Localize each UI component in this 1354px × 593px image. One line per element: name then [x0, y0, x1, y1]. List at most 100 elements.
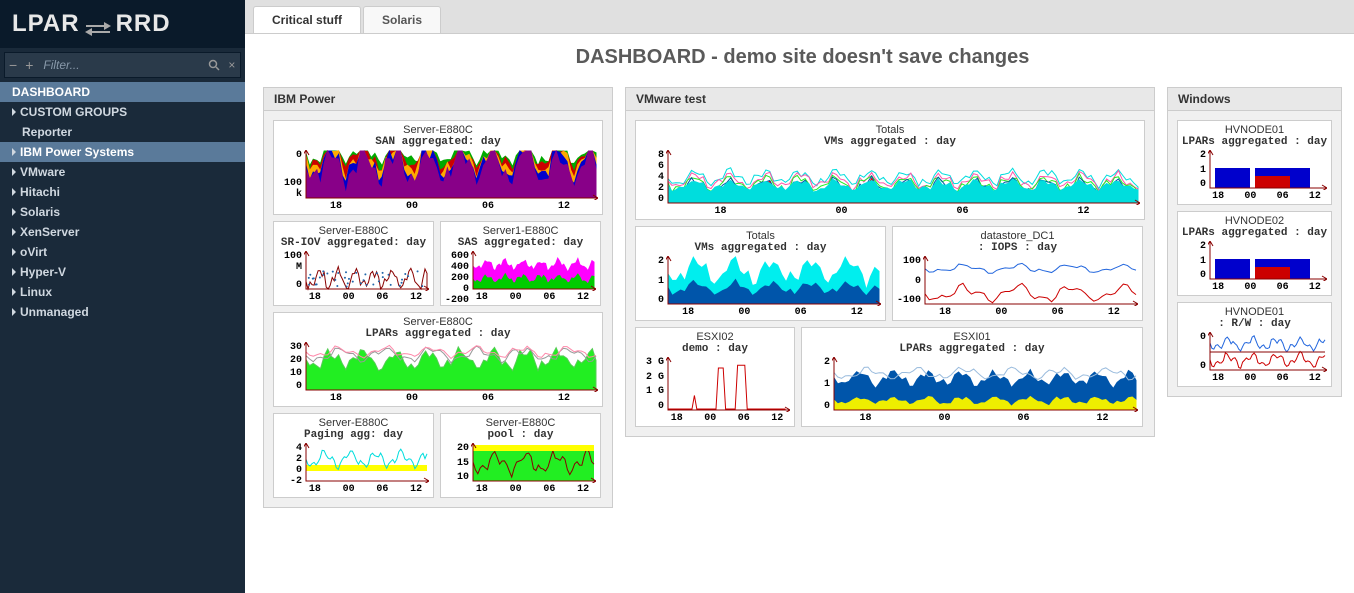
chart-subtitle: LPARs aggregated : day: [1178, 227, 1331, 241]
chart-title: Server-E880C: [274, 222, 433, 237]
nav-label: XenServer: [20, 225, 79, 239]
search-icon[interactable]: [204, 53, 223, 77]
chart-sriov[interactable]: Server-E880CSR-IOV aggregated: day100 M0…: [273, 221, 434, 306]
nav-item-unmanaged[interactable]: Unmanaged: [0, 302, 245, 322]
content: DASHBOARD - demo site doesn't save chang…: [245, 34, 1354, 593]
nav-item-ovirt[interactable]: oVirt: [0, 242, 245, 262]
nav-label: Solaris: [20, 205, 60, 219]
chart-title: Server-E880C: [441, 414, 600, 429]
y-axis-labels: 100 M0: [274, 251, 304, 291]
chart-canvas: 210: [636, 256, 885, 306]
chart-title: Server-E880C: [274, 121, 602, 136]
chart-totals2[interactable]: TotalsVMs aggregated : day21018000612: [635, 226, 886, 321]
nav-label: DASHBOARD: [12, 85, 90, 99]
chart-subtitle: pool : day: [441, 429, 600, 443]
chart-totals1[interactable]: TotalsVMs aggregated : day8642018000612: [635, 120, 1145, 220]
panel-title: Windows: [1168, 88, 1341, 111]
chart-canvas: 100 M0: [274, 251, 433, 291]
y-axis-labels: 420-2: [274, 443, 304, 483]
chart-hv2[interactable]: HVNODE02LPARs aggregated : day2101800061…: [1177, 211, 1332, 296]
chart-subtitle: : R/W : day: [1178, 318, 1331, 332]
x-axis-labels: 18000612: [636, 205, 1144, 219]
chart-canvas: 1000-100: [893, 256, 1142, 306]
chart-canvas: 210: [802, 357, 1142, 412]
logo-right: RRD: [116, 10, 171, 38]
logo-arrow-icon: [84, 16, 112, 32]
nav-label: Linux: [20, 285, 52, 299]
x-axis-labels: 18000612: [636, 412, 794, 426]
chart-hv1[interactable]: HVNODE01LPARs aggregated : day2101800061…: [1177, 120, 1332, 205]
chart-san[interactable]: Server-E880CSAN aggregated: day0100 k180…: [273, 120, 603, 215]
chart-canvas: 0100 k: [274, 150, 602, 200]
sidebar: LPAR RRD − + × DASHBOARD CUSTOM GROUPS Rep…: [0, 0, 245, 593]
nav-item-solaris[interactable]: Solaris: [0, 202, 245, 222]
chart-subtitle: VMs aggregated : day: [636, 136, 1144, 150]
chart-title: HVNODE02: [1178, 212, 1331, 227]
nav-label: IBM Power Systems: [20, 145, 134, 159]
nav-item-hyper-v[interactable]: Hyper-V: [0, 262, 245, 282]
chart-datastore[interactable]: datastore_DC1: IOPS : day1000-1001800061…: [892, 226, 1143, 321]
y-axis-labels: 210: [802, 357, 832, 412]
nav-item-custom-groups[interactable]: CUSTOM GROUPS: [0, 102, 245, 122]
dashboard-board: IBM PowerServer-E880CSAN aggregated: day…: [263, 87, 1342, 508]
chart-hv3[interactable]: HVNODE01: R/W : day0018000612: [1177, 302, 1332, 387]
y-axis-labels: 210: [1178, 150, 1208, 190]
nav-item-vmware[interactable]: VMware: [0, 162, 245, 182]
panel-body: TotalsVMs aggregated : day8642018000612T…: [626, 111, 1154, 436]
clear-filter-icon[interactable]: ×: [224, 53, 240, 77]
nav-item-linux[interactable]: Linux: [0, 282, 245, 302]
nav-label: oVirt: [20, 245, 47, 259]
caret-icon: [12, 248, 16, 256]
chart-title: Server1-E880C: [441, 222, 600, 237]
chart-title: HVNODE01: [1178, 121, 1331, 136]
caret-icon: [12, 288, 16, 296]
y-axis-labels: 6004002000-200: [441, 251, 471, 291]
chart-subtitle: VMs aggregated : day: [636, 242, 885, 256]
nav-label: Hitachi: [20, 185, 60, 199]
chart-title: datastore_DC1: [893, 227, 1142, 242]
logo: LPAR RRD: [0, 0, 245, 48]
chart-pool[interactable]: Server-E880Cpool : day20151018000612: [440, 413, 601, 498]
y-axis-labels: 00: [1178, 332, 1208, 372]
nav-label: Reporter: [22, 125, 72, 139]
expand-icon[interactable]: +: [21, 53, 37, 77]
tab-solaris[interactable]: Solaris: [363, 6, 441, 33]
chart-lpars[interactable]: Server-E880CLPARs aggregated : day302010…: [273, 312, 603, 407]
x-axis-labels: 18000612: [893, 306, 1142, 320]
nav-item-ibm-power-systems[interactable]: IBM Power Systems: [0, 142, 245, 162]
chart-title: Totals: [636, 121, 1144, 136]
nav-item-reporter[interactable]: Reporter: [0, 122, 245, 142]
y-axis-labels: 0100 k: [274, 150, 304, 200]
main-area: Critical stuffSolaris DASHBOARD - demo s…: [245, 0, 1354, 593]
chart-subtitle: demo : day: [636, 343, 794, 357]
filter-input[interactable]: [37, 54, 204, 76]
chart-title: ESXI01: [802, 328, 1142, 343]
y-axis-labels: 1000-100: [893, 256, 923, 306]
nav-label: CUSTOM GROUPS: [20, 105, 127, 119]
chart-canvas: 86420: [636, 150, 1144, 205]
caret-icon: [12, 228, 16, 236]
nav-item-dashboard[interactable]: DASHBOARD: [0, 82, 245, 102]
x-axis-labels: 18000612: [636, 306, 885, 320]
chart-title: HVNODE01: [1178, 303, 1331, 318]
panel-windows: WindowsHVNODE01LPARs aggregated : day210…: [1167, 87, 1342, 397]
nav-item-hitachi[interactable]: Hitachi: [0, 182, 245, 202]
chart-title: Server-E880C: [274, 414, 433, 429]
nav-label: VMware: [20, 165, 65, 179]
chart-sas[interactable]: Server1-E880CSAS aggregated: day60040020…: [440, 221, 601, 306]
chart-canvas: 210: [1178, 241, 1331, 281]
chart-canvas: 00: [1178, 332, 1331, 372]
chart-esxi01[interactable]: ESXI01LPARs aggregated : day21018000612: [801, 327, 1143, 427]
chart-title: Totals: [636, 227, 885, 242]
collapse-icon[interactable]: −: [5, 53, 21, 77]
nav-tree: DASHBOARD CUSTOM GROUPS Reporter IBM Power …: [0, 82, 245, 593]
chart-canvas: 201510: [441, 443, 600, 483]
caret-icon: [12, 268, 16, 276]
tab-critical-stuff[interactable]: Critical stuff: [253, 6, 361, 33]
y-axis-labels: 3020100: [274, 342, 304, 392]
caret-icon: [12, 148, 16, 156]
chart-esxi02[interactable]: ESXI02demo : day3 G2 G1 G018000612: [635, 327, 795, 427]
y-axis-labels: 201510: [441, 443, 471, 483]
nav-item-xenserver[interactable]: XenServer: [0, 222, 245, 242]
chart-paging[interactable]: Server-E880CPaging agg: day420-218000612: [273, 413, 434, 498]
